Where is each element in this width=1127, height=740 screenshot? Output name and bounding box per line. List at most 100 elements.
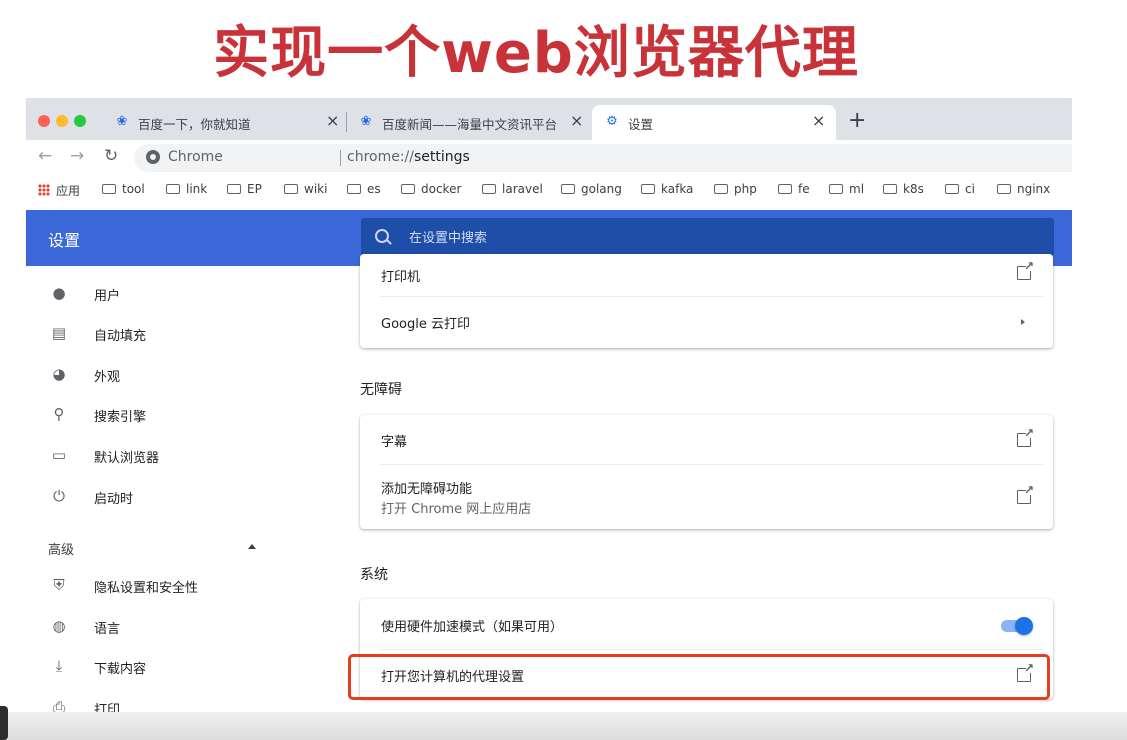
clipboard-icon: ▤ — [51, 324, 67, 342]
sidebar-item-default-browser[interactable]: ▭ 默认浏览器 — [26, 436, 326, 476]
bookmark-apps[interactable]: 应用 — [38, 182, 80, 199]
sidebar-item-privacy[interactable]: ⛨ 隐私设置和安全性 — [26, 566, 326, 606]
sidebar-item-autofill[interactable]: ▤ 自动填充 — [26, 314, 326, 354]
download-icon: ⤓ — [55, 657, 63, 675]
folder-icon — [347, 184, 361, 194]
sidebar-item-search-engine[interactable]: ⚲ 搜索引擎 — [26, 395, 326, 435]
paw-icon: ❀ — [360, 114, 372, 129]
address-bar[interactable]: Chrome chrome://settings — [134, 144, 1072, 172]
folder-icon — [561, 184, 575, 194]
browser-window: ❀ 百度一下，你就知道 × ❀ 百度新闻——海量中文资讯平台 × ⚙ 设置 × … — [26, 98, 1072, 718]
folder-icon — [829, 184, 843, 194]
sidebar-item-label: 启动时 — [94, 492, 134, 507]
add-accessibility-row[interactable]: 添加无障碍功能 打开 Chrome 网上应用店 — [360, 464, 1053, 529]
section-title-accessibility: 无障碍 — [360, 382, 402, 398]
sidebar-item-on-startup[interactable]: ⏻ 启动时 — [26, 477, 326, 517]
external-link-icon[interactable] — [1017, 426, 1034, 447]
bookmark-folder-tool[interactable]: tool — [102, 182, 145, 196]
bookmark-folder-fe[interactable]: fe — [778, 182, 810, 196]
sidebar-item-languages[interactable]: ◍ 语言 — [26, 607, 326, 647]
shield-icon: ⛨ — [53, 576, 65, 594]
bookmarks-bar: 应用 tool link EP wiki es docker laravel g… — [26, 176, 1072, 204]
sidebar-item-appearance[interactable]: ◕ 外观 — [26, 355, 326, 395]
bookmark-folder-wiki[interactable]: wiki — [284, 182, 327, 196]
hardware-acceleration-row[interactable]: 使用硬件加速模式（如果可用） — [360, 599, 1053, 649]
settings-main: 打印机 Google 云打印 无障碍 字幕 添加无障碍功能 打开 Chrome … — [346, 254, 1072, 718]
sidebar-item-downloads[interactable]: ⤓ 下载内容 — [26, 647, 326, 687]
add-accessibility-label: 添加无障碍功能 — [381, 482, 473, 497]
tab-label: 设置 — [628, 117, 654, 132]
chrome-icon — [146, 150, 160, 164]
tab-baidu[interactable]: ❀ 百度一下，你就知道 × — [114, 105, 344, 140]
palette-icon: ◕ — [52, 365, 66, 383]
folder-icon — [945, 184, 959, 194]
bookmark-folder-docker[interactable]: docker — [401, 182, 461, 196]
cloud-print-row[interactable]: Google 云打印 — [360, 296, 1053, 348]
external-link-icon[interactable] — [1017, 483, 1034, 504]
annotation-highlight-box — [348, 654, 1050, 700]
search-input[interactable] — [407, 227, 1011, 249]
folder-icon — [641, 184, 655, 194]
person-icon: ● — [52, 284, 66, 302]
printing-card: 打印机 Google 云打印 — [360, 254, 1053, 348]
close-icon[interactable]: × — [326, 111, 339, 130]
folder-icon — [227, 184, 241, 194]
tab-baidu-news[interactable]: ❀ 百度新闻——海量中文资讯平台 × — [358, 105, 588, 140]
sidebar-item-label: 用户 — [94, 289, 121, 304]
hardware-acceleration-toggle[interactable] — [1001, 617, 1033, 635]
add-accessibility-sublabel: 打开 Chrome 网上应用店 — [381, 502, 532, 517]
bookmark-folder-ci[interactable]: ci — [945, 182, 975, 196]
minimize-window-button[interactable] — [56, 115, 68, 127]
external-link-icon[interactable] — [1017, 259, 1034, 280]
slide-title: 实现一个web浏览器代理 — [213, 21, 859, 86]
reload-button[interactable]: ↻ — [104, 146, 118, 166]
video-bottom-bar — [0, 712, 1127, 740]
bookmark-folder-k8s[interactable]: k8s — [883, 182, 924, 196]
bookmark-folder-ep[interactable]: EP — [227, 182, 262, 196]
tab-separator — [346, 112, 347, 132]
settings-sidebar: ● 用户 ▤ 自动填充 ◕ 外观 ⚲ 搜索引擎 ▭ 默认浏览器 ⏻ 启动时 高级… — [26, 266, 346, 718]
bookmark-folder-golang[interactable]: golang — [561, 182, 622, 196]
sidebar-item-label: 下载内容 — [94, 662, 147, 677]
captions-label: 字幕 — [381, 435, 408, 450]
bookmark-folder-es[interactable]: es — [347, 182, 381, 196]
bookmark-folder-link[interactable]: link — [166, 182, 207, 196]
captions-row[interactable]: 字幕 — [360, 415, 1053, 464]
close-icon[interactable]: × — [812, 111, 825, 130]
maximize-window-button[interactable] — [74, 115, 86, 127]
chevron-up-icon[interactable] — [248, 544, 256, 549]
forward-button[interactable]: → — [70, 146, 84, 166]
page-title: 设置 — [48, 231, 81, 250]
printers-label: 打印机 — [381, 270, 421, 285]
bookmark-folder-php[interactable]: php — [714, 182, 757, 196]
sidebar-advanced-toggle[interactable]: 高级 — [48, 539, 74, 558]
settings-search[interactable] — [361, 218, 1054, 256]
search-icon: ⚲ — [53, 405, 65, 423]
paw-icon: ❀ — [116, 114, 128, 129]
hardware-acceleration-label: 使用硬件加速模式（如果可用） — [381, 620, 564, 635]
cloud-print-label: Google 云打印 — [381, 317, 470, 332]
printers-row[interactable]: 打印机 — [360, 254, 1053, 296]
sidebar-item-people[interactable]: ● 用户 — [26, 274, 326, 314]
bookmark-folder-ml[interactable]: ml — [829, 182, 864, 196]
close-window-button[interactable] — [38, 115, 50, 127]
folder-icon — [401, 184, 415, 194]
back-button[interactable]: ← — [38, 146, 52, 166]
folder-icon — [482, 184, 496, 194]
folder-icon — [997, 184, 1011, 194]
chevron-right-icon[interactable] — [1021, 319, 1025, 325]
tab-settings[interactable]: ⚙ 设置 × — [592, 105, 836, 140]
power-icon: ⏻ — [53, 487, 65, 505]
sidebar-item-label: 语言 — [94, 622, 121, 637]
bookmark-folder-kafka[interactable]: kafka — [641, 182, 693, 196]
sidebar-item-label: 自动填充 — [94, 329, 147, 344]
omnibox-separator — [340, 150, 341, 166]
tab-strip: ❀ 百度一下，你就知道 × ❀ 百度新闻——海量中文资讯平台 × ⚙ 设置 × … — [26, 98, 1072, 140]
new-tab-button[interactable]: + — [848, 108, 866, 133]
url-text: chrome://settings — [347, 149, 470, 165]
bookmark-folder-nginx[interactable]: nginx — [997, 182, 1050, 196]
window-controls — [38, 112, 92, 131]
section-title-system: 系统 — [360, 567, 388, 583]
bookmark-folder-laravel[interactable]: laravel — [482, 182, 543, 196]
close-icon[interactable]: × — [570, 111, 583, 130]
